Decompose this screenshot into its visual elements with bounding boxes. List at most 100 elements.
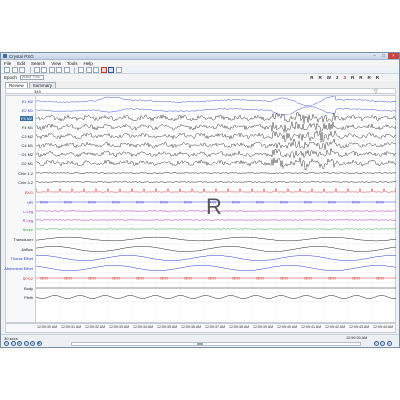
epoch-scrollbar[interactable] [71, 342, 361, 346]
channel-label[interactable]: E1 M2 [22, 99, 33, 104]
channel-label[interactable]: E2 M1 [22, 108, 33, 113]
window-title: Crystal PSG [9, 53, 34, 59]
marker-icon[interactable] [63, 66, 70, 73]
montage-icon[interactable] [48, 66, 55, 73]
stage-button[interactable]: R [368, 75, 371, 80]
rewind-icon[interactable]: ‹ [373, 341, 379, 346]
menu-tools[interactable]: Tools [67, 61, 78, 66]
value-readout: 98.00 [136, 276, 144, 280]
settings-icon[interactable] [93, 66, 99, 73]
stage-button[interactable]: 2 [336, 75, 339, 80]
zoom-out-icon[interactable] [41, 66, 47, 73]
time-tick-label: 12:59:30 AM [37, 325, 58, 329]
value-readout: 98.00 [352, 276, 360, 280]
current-time: 12:59:30 AM [346, 336, 368, 340]
first-epoch-icon[interactable]: « [4, 341, 9, 346]
time-tick-label: 12:59:32 AM [85, 325, 106, 329]
epoch-type-select[interactable]: Wake Trial [19, 75, 44, 80]
channel-label[interactable]: SPO2 [23, 276, 33, 281]
report-icon[interactable] [85, 66, 92, 73]
forward-icon[interactable]: › [380, 341, 385, 346]
signal-trace [36, 172, 396, 174]
time-tick-label: 12:59:41 AM [301, 325, 322, 329]
channel-label[interactable]: F4 M1 [22, 125, 33, 130]
zoom-in-icon[interactable] [33, 66, 40, 73]
menu-file[interactable]: File [4, 61, 11, 66]
value-readout: 64.00 [232, 200, 240, 204]
record-icon[interactable] [100, 66, 107, 73]
last-epoch-icon[interactable]: » [30, 341, 35, 346]
signal-trace [36, 264, 396, 271]
time-tick-label: 12:59:40 AM [277, 325, 298, 329]
value-readout: 98.00 [208, 276, 216, 280]
minimize-icon[interactable]: – [370, 53, 379, 59]
channel-label[interactable]: Abdominal Effort [4, 266, 33, 271]
channel-label[interactable]: Pleth [24, 295, 33, 300]
save-icon[interactable] [11, 66, 18, 73]
time-tick-label: 12:59:36 AM [181, 325, 202, 329]
prev-epoch-icon[interactable]: ‹ [10, 341, 16, 346]
stage-button[interactable]: R [310, 75, 313, 80]
print-icon[interactable] [19, 66, 25, 73]
channel-label[interactable]: Airflow [21, 247, 33, 252]
channel-label[interactable]: HR [27, 200, 33, 205]
channel-label[interactable]: O1 M2 [21, 152, 33, 157]
video-icon[interactable] [108, 66, 114, 73]
channel-label[interactable]: Thorax Effort [11, 256, 33, 261]
stop-icon[interactable]: ■ [36, 341, 42, 346]
help-icon[interactable] [115, 66, 122, 73]
signal-trace [36, 254, 396, 261]
stage-button[interactable]: 3 [343, 75, 346, 80]
open-icon[interactable] [4, 66, 10, 73]
time-tick-label: 12:59:38 AM [229, 325, 250, 329]
next-epoch-icon[interactable]: › [23, 341, 29, 346]
maximize-icon[interactable]: □ [379, 53, 388, 59]
toolbar [1, 66, 399, 74]
value-readout: 98.00 [40, 276, 48, 280]
channel-label[interactable]: Body [24, 286, 33, 291]
stage-buttons: RRW23RRRR [305, 75, 399, 80]
channel-label[interactable]: F3 M2 [19, 115, 33, 121]
stage-button[interactable]: R [359, 75, 362, 80]
scrollbar-thumb[interactable] [197, 343, 203, 345]
value-readout: 98.00 [280, 276, 288, 280]
stage-button[interactable]: W [327, 75, 331, 80]
stage-button[interactable]: R [351, 75, 354, 80]
filter-icon[interactable] [56, 66, 62, 73]
value-readout: 64.00 [280, 200, 288, 204]
menu-help[interactable]: Help [84, 61, 93, 66]
grid-icon[interactable] [78, 66, 84, 73]
close-icon[interactable]: × [388, 53, 399, 59]
channel-label[interactable]: Snore [23, 227, 33, 232]
signal-trace [36, 105, 396, 116]
channel-label[interactable]: Transducer [13, 237, 33, 242]
position-marker-icon[interactable]: ▽ [374, 89, 378, 95]
signal-viewer[interactable]: E1 M2 E2 M1 F3 M2 F4 M1 C3 M2 C4 M1 O1 M2 O2 M1… [4, 95, 396, 323]
menu-search[interactable]: Search [31, 61, 45, 66]
stage-overlay-label: R [206, 194, 222, 219]
menu-view[interactable]: View [51, 61, 61, 66]
channel-label[interactable]: Chin 1-2 [18, 171, 33, 176]
time-axis: 12:59:30 AM 12:59:31 AM 12:59:32 AM 12:59:3… [5, 323, 396, 333]
hypnogram-strip[interactable]: 349 ▽ [5, 88, 396, 95]
signal-trace [36, 138, 396, 150]
navigation-bar: 30 secs 12:59:30 AM « ‹ ▸ › » ■ ‹ › » [1, 334, 399, 347]
value-readout: 98.00 [304, 276, 312, 280]
fast-forward-icon[interactable]: » [386, 341, 392, 346]
channel-label[interactable]: O2 M1 [21, 161, 33, 166]
value-readout: 98.00 [376, 276, 384, 280]
value-readout: 98.00 [160, 276, 168, 280]
time-tick-label: 12:59:39 AM [253, 325, 274, 329]
stage-button[interactable]: R [318, 75, 321, 80]
channel-label[interactable]: Chin 3-2 [18, 180, 33, 185]
menu-edit[interactable]: Edit [17, 61, 25, 66]
stage-button[interactable]: R [376, 75, 379, 80]
channel-label[interactable]: R Leg [23, 218, 33, 223]
channel-label[interactable]: L Leg [23, 209, 33, 214]
signal-traces[interactable]: 64.00 64.00 64.00 64.00 64.00 64.00 64.00 64.00… [36, 96, 396, 322]
channel-label[interactable]: C3 M2 [22, 134, 33, 139]
channel-label[interactable]: C4 M1 [22, 143, 33, 148]
channel-label[interactable]: EKG [25, 190, 33, 195]
signal-trace [36, 295, 396, 299]
play-icon[interactable]: ▸ [17, 341, 22, 346]
